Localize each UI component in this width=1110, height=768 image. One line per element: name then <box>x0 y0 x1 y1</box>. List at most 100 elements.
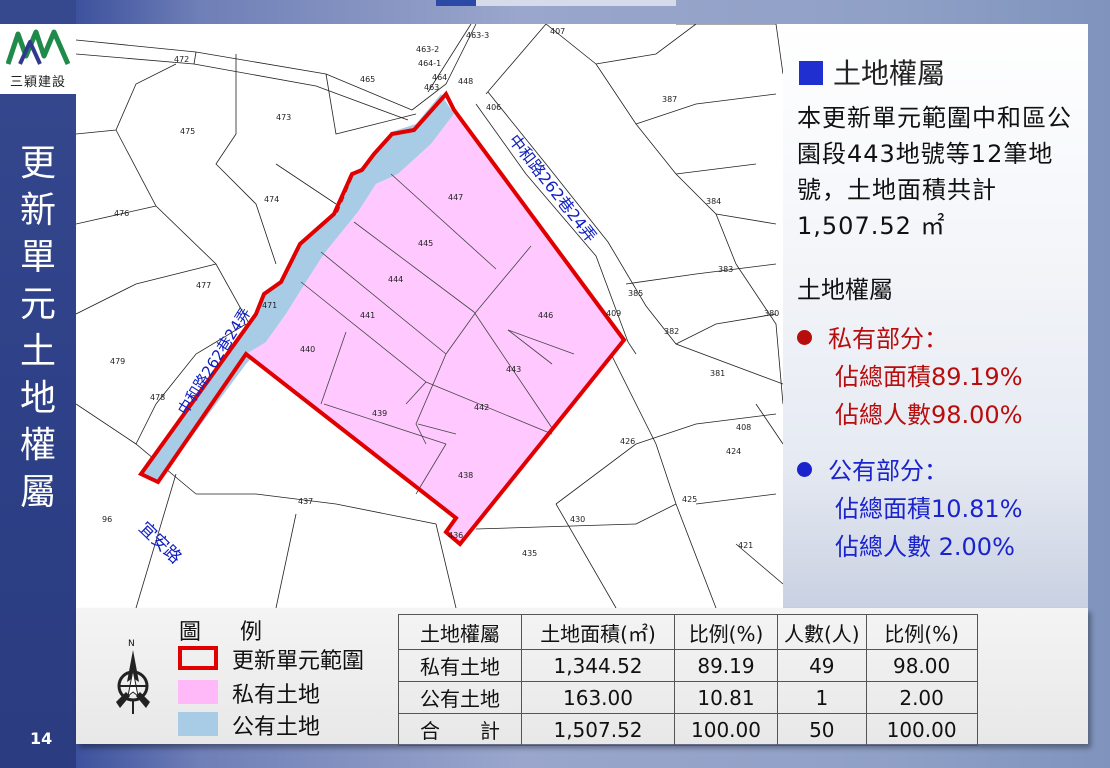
title-char: 土 <box>19 331 56 372</box>
table-header-cell: 土地權屬 <box>398 614 522 650</box>
parcel-number: 446 <box>538 311 553 320</box>
public-area: 佔總面積10.81% <box>835 495 1023 523</box>
table-row: 公有土地 163.00 10.81 1 2.00 <box>398 681 978 714</box>
info-body: 本更新單元範圍中和區公園段443地號等12筆地號，土地面積共計1,507.52 … <box>797 104 1072 240</box>
table-cell: 1 <box>777 681 867 714</box>
parcel-number: 479 <box>110 357 125 366</box>
parcel-number: 435 <box>522 549 537 558</box>
parcel-number: 444 <box>388 275 403 284</box>
title-char: 屬 <box>19 472 56 513</box>
title-char: 地 <box>19 378 56 419</box>
parcel-number: 430 <box>570 515 585 524</box>
parcel-number: 477 <box>196 281 211 290</box>
parcel-number: 473 <box>276 113 291 122</box>
table-cell: 100.00 <box>865 713 978 746</box>
table-row: 合 計 1,507.52 100.00 50 100.00 <box>398 713 978 746</box>
parcel-number: 443 <box>506 365 521 374</box>
parcel-number: 382 <box>664 327 679 336</box>
ownership-table: 土地權屬 土地面積(㎡) 比例(%) 人數(人) 比例(%) 私有土地 1,34… <box>398 614 978 746</box>
legend-table-panel: N 圖 例 更新單元範圍 私有土地 公有土地 土地權屬 土地面積(㎡) 比例(%… <box>76 608 1088 746</box>
table-cell: 50 <box>777 713 867 746</box>
page-number: 14 <box>30 729 53 748</box>
parcel-number: 438 <box>458 471 473 480</box>
table-cell: 合 計 <box>398 713 522 746</box>
title-char: 新 <box>19 190 56 231</box>
parcel-number: 445 <box>418 239 433 248</box>
table-cell: 163.00 <box>521 681 675 714</box>
legend-public-swatch <box>178 712 218 736</box>
private-land-area <box>246 114 624 544</box>
table-cell: 10.81 <box>674 681 778 714</box>
title-char: 更 <box>19 143 56 184</box>
parcel-number: 463-2 <box>416 45 439 54</box>
public-summary: 公有部分： 佔總面積10.81% 佔總人數 2.00% <box>797 452 1023 566</box>
parcel-number: 425 <box>682 495 697 504</box>
legend-title: 圖 例 <box>179 620 278 645</box>
parcel-number: 381 <box>710 369 725 378</box>
parcel-number: 478 <box>150 393 165 402</box>
table-cell: 98.00 <box>865 649 978 682</box>
parcel-number: 448 <box>458 77 473 86</box>
parcel-number: 440 <box>300 345 315 354</box>
parcel-number: 96 <box>102 515 112 524</box>
parcel-number: 407 <box>550 27 565 36</box>
logo-mountain-icon <box>6 29 70 66</box>
parcel-number: 406 <box>486 103 501 112</box>
top-decor-strip <box>436 0 676 6</box>
legend-label: 更新單元範圍 <box>232 649 365 674</box>
map-svg: 中和路262巷24弄 中和路262巷24弄 宜安路 407 463-3 463-… <box>76 24 783 608</box>
title-char: 權 <box>19 425 56 466</box>
private-summary: 私有部分： 佔總面積89.19% 佔總人數98.00% <box>797 320 1023 434</box>
table-cell: 公有土地 <box>398 681 522 714</box>
parcel-number: 439 <box>372 409 387 418</box>
table-cell: 100.00 <box>674 713 778 746</box>
blue-bullet-icon <box>797 462 812 477</box>
title-char: 單 <box>19 237 56 278</box>
public-people: 佔總人數 2.00% <box>835 533 1015 561</box>
parcel-number: 437 <box>298 497 313 506</box>
table-row: 私有土地 1,344.52 89.19 49 98.00 <box>398 649 978 682</box>
parcel-number: 465 <box>360 75 375 84</box>
parcel-number: 380 <box>764 309 779 318</box>
parcel-number: 383 <box>718 265 733 274</box>
slide-title: 更 新 單 元 土 地 權 屬 <box>14 140 62 516</box>
parcel-number: 475 <box>180 127 195 136</box>
parcel-number: 409 <box>606 309 621 318</box>
red-bullet-icon <box>797 330 812 345</box>
cadastral-map: 中和路262巷24弄 中和路262巷24弄 宜安路 407 463-3 463-… <box>76 24 783 608</box>
table-cell: 89.19 <box>674 649 778 682</box>
table-header-cell: 人數(人) <box>777 614 867 650</box>
heading-square-icon <box>799 61 823 85</box>
parcel-number: 424 <box>726 447 741 456</box>
parcel-number: 387 <box>662 95 677 104</box>
parcel-number: 421 <box>738 541 753 550</box>
table-cell: 私有土地 <box>398 649 522 682</box>
info-heading-text: 土地權屬 <box>833 57 946 90</box>
table-cell: 1,344.52 <box>521 649 675 682</box>
parcel-number: 408 <box>736 423 751 432</box>
parcel-number: 441 <box>360 311 375 320</box>
legend-label: 私有土地 <box>232 683 321 708</box>
public-label: 公有部分： <box>828 457 948 485</box>
table-header-cell: 比例(%) <box>674 614 778 650</box>
parcel-number: 474 <box>264 195 279 204</box>
legend-boundary-swatch <box>178 646 218 670</box>
legend-label: 公有土地 <box>232 715 321 740</box>
table-cell: 2.00 <box>865 681 978 714</box>
info-heading: 土地權屬 <box>799 52 945 92</box>
north-label: N <box>128 639 135 649</box>
private-area: 佔總面積89.19% <box>835 363 1023 391</box>
title-char: 元 <box>19 284 56 325</box>
north-arrow-icon: N <box>116 639 150 714</box>
parcel-number: 426 <box>620 437 635 446</box>
parcel-number: 385 <box>628 289 643 298</box>
road-label: 宜安路 <box>135 518 186 568</box>
parcel-number: 447 <box>448 193 463 202</box>
table-header-row: 土地權屬 土地面積(㎡) 比例(%) 人數(人) 比例(%) <box>398 614 978 650</box>
table-header-cell: 比例(%) <box>865 614 978 650</box>
logo-text: 三穎建設 <box>9 75 66 90</box>
private-people: 佔總人數98.00% <box>835 401 1023 429</box>
parcel-number: 463-3 <box>466 31 489 40</box>
private-label: 私有部分： <box>828 325 948 353</box>
table-cell: 1,507.52 <box>521 713 675 746</box>
